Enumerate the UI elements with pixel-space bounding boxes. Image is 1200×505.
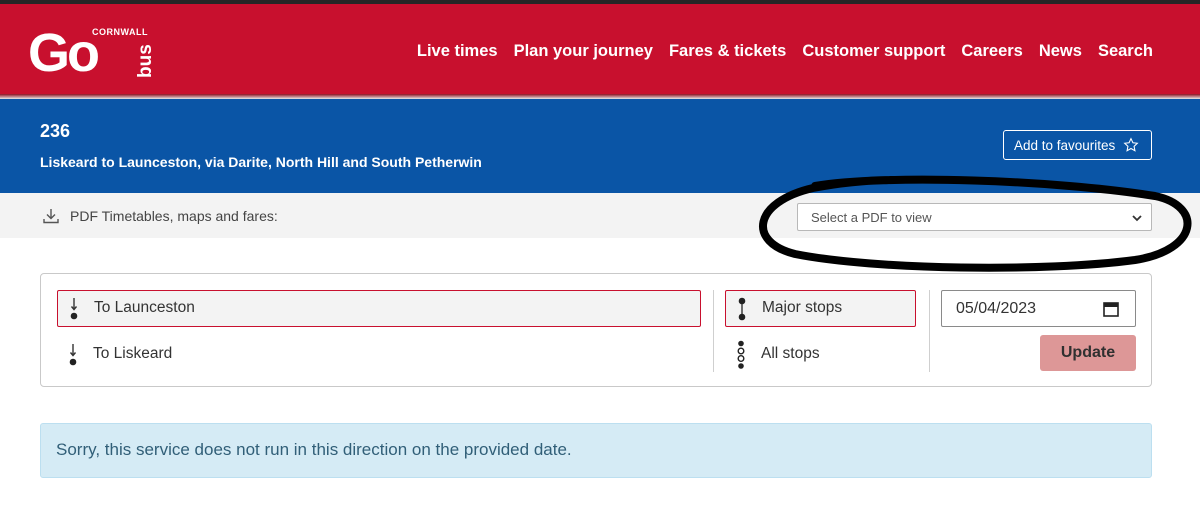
pdf-label-group: PDF Timetables, maps and fares:	[42, 207, 278, 225]
direction-arrow-icon	[69, 344, 77, 366]
stops-option-all[interactable]: All stops	[725, 337, 916, 374]
service-alert: Sorry, this service does not run in this…	[40, 423, 1152, 478]
site-header: Go CORNWALL bus Live times Plan your jou…	[0, 4, 1200, 94]
logo-go-text: Go	[28, 23, 100, 83]
go-cornwall-bus-logo[interactable]: Go CORNWALL bus	[28, 23, 156, 84]
direction-option-to-launceston[interactable]: To Launceston	[57, 290, 701, 327]
direction-to-liskeard-label: To Liskeard	[93, 345, 173, 362]
nav-customer-support[interactable]: Customer support	[802, 42, 945, 61]
add-to-favourites-label: Add to favourites	[1014, 137, 1116, 153]
date-input[interactable]: 05/04/2023	[941, 290, 1136, 327]
download-icon	[43, 209, 59, 224]
stops-dots-icon	[737, 340, 745, 369]
main-nav: Live times Plan your journey Fares & tic…	[417, 42, 1153, 61]
pdf-select-value: Select a PDF to view	[811, 210, 932, 225]
date-input-value: 05/04/2023	[956, 300, 1037, 317]
nav-plan-your-journey[interactable]: Plan your journey	[514, 42, 653, 61]
stops-option-major[interactable]: Major stops	[725, 290, 916, 327]
calendar-icon[interactable]	[1103, 301, 1119, 317]
all-stops-label: All stops	[761, 345, 820, 362]
direction-option-to-liskeard[interactable]: To Liskeard	[57, 337, 701, 374]
filter-divider	[713, 290, 714, 372]
nav-fares-tickets[interactable]: Fares & tickets	[669, 42, 786, 61]
add-to-favourites-button[interactable]: Add to favourites	[1003, 130, 1152, 160]
timetable-filter-panel: To Launceston To Liskeard Major stops Al…	[40, 273, 1152, 387]
filter-divider	[929, 290, 930, 372]
logo-bus-text: bus	[135, 44, 156, 78]
stops-dots-icon	[738, 297, 746, 321]
nav-live-times[interactable]: Live times	[417, 42, 498, 61]
pdf-bar: PDF Timetables, maps and fares: Select a…	[0, 193, 1200, 238]
logo-cornwall-text: CORNWALL	[92, 27, 148, 37]
route-banner: 236 Liskeard to Launceston, via Darite, …	[0, 99, 1200, 193]
nav-news[interactable]: News	[1039, 42, 1082, 61]
nav-careers[interactable]: Careers	[961, 42, 1022, 61]
nav-search[interactable]: Search	[1098, 42, 1153, 61]
route-description: Liskeard to Launceston, via Darite, Nort…	[40, 154, 482, 170]
pdf-select[interactable]: Select a PDF to view	[797, 203, 1152, 231]
chevron-down-icon	[1132, 215, 1142, 222]
star-icon	[1123, 137, 1139, 152]
pdf-label: PDF Timetables, maps and fares:	[70, 208, 278, 224]
direction-arrow-icon	[70, 298, 78, 320]
route-number: 236	[40, 121, 71, 141]
direction-to-launceston-label: To Launceston	[94, 299, 195, 316]
update-button[interactable]: Update	[1040, 335, 1136, 371]
major-stops-label: Major stops	[762, 299, 843, 316]
